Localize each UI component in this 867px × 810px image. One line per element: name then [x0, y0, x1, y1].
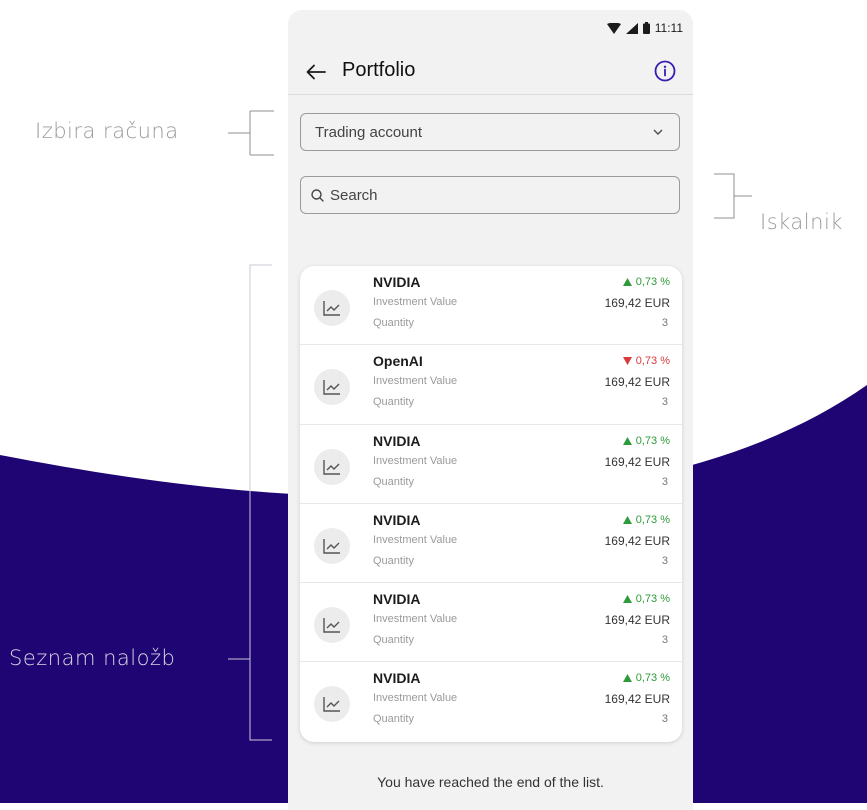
triangle-up-icon — [622, 515, 632, 524]
account-select[interactable]: Trading account — [300, 113, 680, 151]
investment-value: 169,42 EUR — [604, 454, 670, 469]
investment-row[interactable]: NVIDIA Investment Value Quantity 0,73 % 169,… — [300, 504, 682, 584]
triangle-down-icon — [622, 357, 632, 366]
investment-row[interactable]: NVIDIA Investment Value Quantity 0,73 % 169,… — [300, 425, 682, 504]
quantity-label: Quantity — [373, 554, 414, 567]
quantity-value: 3 — [661, 554, 668, 567]
investment-value: 169,42 EUR — [604, 296, 670, 310]
quantity-label: Quantity — [373, 634, 414, 647]
investment-value: 169,42 EUR — [604, 613, 670, 628]
change-percent: 0,73 % — [635, 434, 670, 447]
change-badge: 0,73 % — [622, 513, 670, 526]
annotation-search: Iskalnik — [760, 210, 843, 234]
status-bar: 11:11 — [606, 18, 683, 38]
investment-row[interactable]: NVIDIA Investment Value Quantity 0,73 % 169,… — [300, 662, 682, 741]
annotation-bracket-account — [228, 110, 274, 156]
line-chart-icon — [314, 369, 350, 406]
quantity-label: Quantity — [373, 317, 414, 329]
quantity-label: Quantity — [373, 396, 414, 409]
quantity-value: 3 — [661, 634, 668, 647]
change-percent: 0,73 % — [635, 672, 670, 685]
search-icon — [311, 188, 324, 202]
triangle-up-icon — [622, 278, 632, 286]
change-percent: 0,73 % — [635, 276, 670, 288]
annotation-bracket-list — [228, 264, 272, 741]
quantity-label: Quantity — [373, 713, 414, 726]
header-divider — [288, 94, 693, 95]
investment-name: NVIDIA — [373, 670, 421, 687]
line-chart-icon — [314, 448, 350, 485]
investment-row[interactable]: OpenAI Investment Value Quantity 0,73 % 169,… — [300, 345, 682, 425]
annotation-investments-list: Seznam naložb — [9, 646, 176, 670]
investment-name: NVIDIA — [373, 591, 421, 608]
change-percent: 0,73 % — [635, 593, 670, 606]
investment-name: OpenAI — [373, 353, 423, 370]
quantity-value: 3 — [661, 317, 668, 329]
quantity-label: Quantity — [373, 475, 414, 488]
investment-row[interactable]: NVIDIA Investment Value Quantity 0,73 % 169,… — [300, 583, 682, 663]
search-input[interactable] — [330, 186, 650, 204]
arrow-left-icon[interactable] — [303, 60, 329, 84]
phone-screen: 11:11 Portfolio Trading account Search N… — [288, 10, 693, 810]
info-circle-icon[interactable] — [652, 58, 678, 84]
annotation-account-selection: Izbira računa — [35, 119, 179, 143]
investment-value: 169,42 EUR — [604, 692, 670, 707]
quantity-value: 3 — [661, 713, 668, 726]
signal-icon — [625, 22, 638, 34]
change-badge: 0,73 % — [622, 593, 670, 606]
investment-value-label: Investment Value — [373, 613, 458, 626]
investments-list: NVIDIA Investment Value Quantity 0,73 % 169,… — [300, 266, 682, 742]
annotation-bracket-search — [714, 173, 752, 219]
investment-name: NVIDIA — [373, 274, 421, 290]
investment-value-label: Investment Value — [373, 296, 458, 308]
change-badge: 0,73 % — [622, 276, 670, 288]
investment-value: 169,42 EUR — [604, 375, 670, 390]
investment-value-label: Investment Value — [373, 692, 458, 705]
investment-name: NVIDIA — [373, 432, 421, 449]
end-of-list-text: You have reached the end of the list. — [377, 774, 604, 790]
line-chart-icon — [314, 290, 350, 326]
investment-row[interactable]: NVIDIA Investment Value Quantity 0,73 % 169,… — [300, 266, 682, 346]
line-chart-icon — [314, 607, 350, 644]
triangle-up-icon — [622, 674, 632, 683]
account-select-value: Trading account — [315, 123, 423, 141]
page-title: Portfolio — [342, 59, 416, 81]
change-percent: 0,73 % — [635, 513, 670, 526]
change-badge: 0,73 % — [622, 355, 670, 368]
line-chart-icon — [314, 527, 350, 564]
line-chart-icon — [314, 686, 350, 723]
investment-value-label: Investment Value — [373, 533, 458, 546]
investment-name: NVIDIA — [373, 511, 421, 528]
quantity-value: 3 — [661, 475, 668, 488]
status-time: 11:11 — [654, 21, 683, 35]
investment-value: 169,42 EUR — [604, 533, 670, 548]
change-percent: 0,73 % — [635, 355, 670, 368]
change-badge: 0,73 % — [622, 672, 670, 685]
wifi-icon — [606, 22, 621, 34]
investment-value-label: Investment Value — [373, 375, 458, 388]
change-badge: 0,73 % — [622, 434, 670, 447]
battery-icon — [642, 22, 650, 34]
search-field[interactable] — [300, 176, 680, 214]
triangle-up-icon — [622, 595, 632, 604]
triangle-up-icon — [622, 436, 632, 445]
app-bar: Portfolio — [288, 48, 693, 96]
quantity-value: 3 — [661, 396, 668, 409]
chevron-down-icon — [653, 129, 663, 135]
investment-value-label: Investment Value — [373, 454, 458, 467]
